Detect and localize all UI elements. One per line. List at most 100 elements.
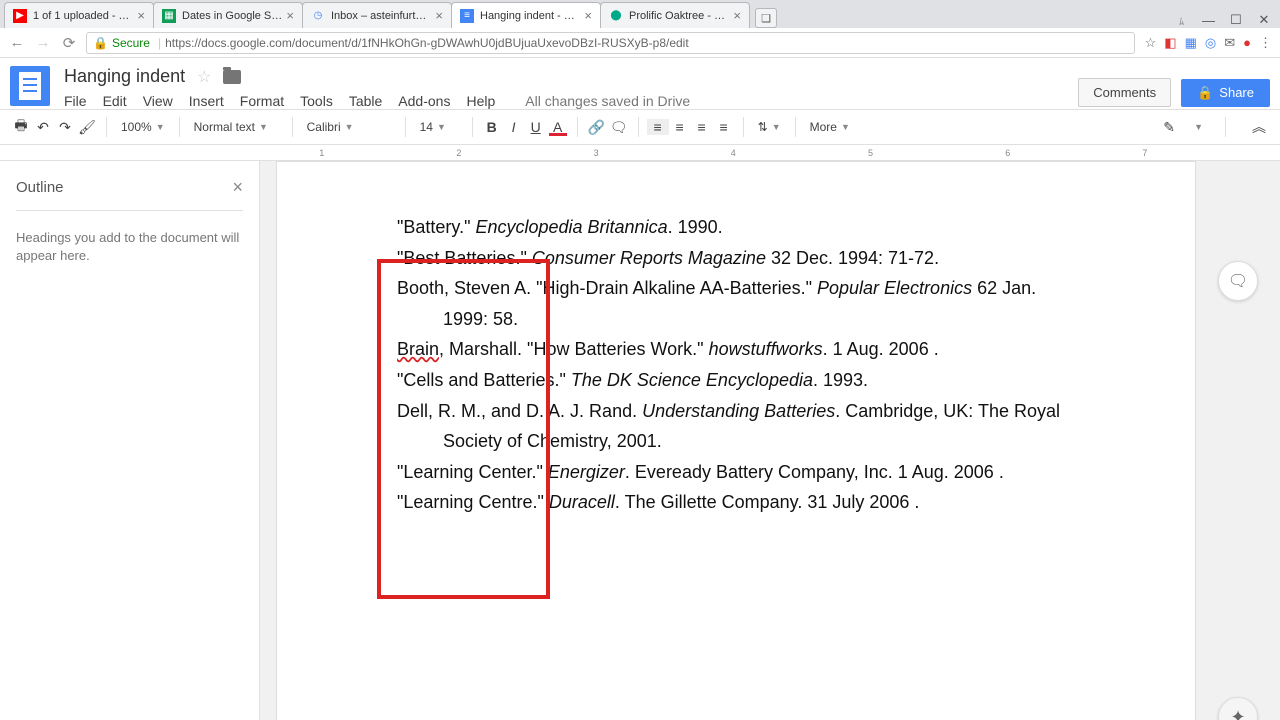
new-tab-button[interactable]: ❏	[755, 8, 777, 28]
outline-sidebar: Outline × Headings you add to the docume…	[0, 161, 260, 720]
document-page[interactable]: "Battery." Encyclopedia Britannica. 1990…	[276, 161, 1196, 720]
tab-youtube[interactable]: ▶ 1 of 1 uploaded - YouT ×	[4, 2, 154, 28]
secure-label: Secure	[112, 36, 150, 50]
reference-entry[interactable]: "Cells and Batteries." The DK Science En…	[397, 365, 1075, 396]
add-comment-button[interactable]: 🗨	[1218, 261, 1258, 301]
editing-mode-icon[interactable]: ✎	[1158, 119, 1180, 136]
comment-icon[interactable]: 🗨	[608, 119, 630, 136]
divider	[16, 210, 243, 211]
site-icon: ⬤	[609, 9, 623, 23]
link-icon[interactable]: 🔗	[586, 119, 608, 136]
tab-oaktree[interactable]: ⬤ Prolific Oaktree - Googl ×	[600, 2, 750, 28]
star-icon[interactable]: ☆	[1145, 35, 1157, 51]
bold-button[interactable]: B	[481, 119, 503, 135]
reference-entry[interactable]: "Learning Center." Energizer. Eveready B…	[397, 457, 1075, 488]
doc-meta: Hanging indent ☆ File Edit View Insert F…	[64, 66, 1078, 109]
close-icon[interactable]: ×	[232, 177, 243, 198]
tab-sheets[interactable]: ▦Dates in Google Sheets×	[153, 2, 303, 28]
menu-edit[interactable]: Edit	[103, 93, 127, 109]
text-color-button[interactable]: A	[547, 119, 569, 135]
menu-file[interactable]: File	[64, 93, 87, 109]
zoom-selector[interactable]: 100%▼	[115, 120, 171, 134]
sidebar-title: Outline	[16, 179, 64, 196]
ruler-tick: 1	[319, 148, 324, 158]
youtube-icon: ▶	[13, 9, 27, 23]
inbox-icon: ◷	[311, 9, 325, 23]
menu-bar: File Edit View Insert Format Tools Table…	[64, 93, 1078, 109]
close-icon[interactable]: ×	[584, 8, 592, 23]
close-icon[interactable]: ×	[137, 8, 145, 23]
menu-help[interactable]: Help	[466, 93, 495, 109]
menu-icon[interactable]: ⋮	[1259, 35, 1272, 51]
tab-label: Inbox – asteinfurth@als	[331, 10, 431, 22]
ruler-tick: 5	[868, 148, 873, 158]
paint-format-icon[interactable]: 🖌	[76, 119, 98, 136]
ext-icon[interactable]: ●	[1243, 35, 1251, 51]
reload-button[interactable]: ⟳	[60, 34, 78, 52]
close-window-button[interactable]: ✕	[1258, 12, 1270, 28]
reference-entry[interactable]: "Best Batteries." Consumer Reports Magaz…	[397, 243, 1075, 274]
close-icon[interactable]: ×	[733, 8, 741, 23]
address-bar-row: ← → ⟳ 🔒 Secure | https://docs.google.com…	[0, 28, 1280, 58]
window-controls: ﾑ — ☐ ✕	[1179, 12, 1280, 28]
back-button[interactable]: ←	[8, 34, 26, 51]
align-right-icon[interactable]: ≡	[691, 119, 713, 135]
font-size-selector[interactable]: 14▼	[414, 120, 464, 134]
reference-entry[interactable]: "Battery." Encyclopedia Britannica. 1990…	[397, 212, 1075, 243]
share-button[interactable]: 🔒Share	[1181, 79, 1270, 107]
more-button[interactable]: More▼	[804, 120, 856, 134]
menu-addons[interactable]: Add-ons	[398, 93, 450, 109]
sheets-icon: ▦	[162, 9, 176, 23]
align-left-icon[interactable]: ≡	[647, 119, 669, 135]
tab-label: Prolific Oaktree - Googl	[629, 10, 729, 22]
document-area: Outline × Headings you add to the docume…	[0, 161, 1280, 720]
align-center-icon[interactable]: ≡	[669, 119, 691, 135]
reference-entry[interactable]: Booth, Steven A. "High-Drain Alkaline AA…	[397, 273, 1075, 334]
folder-icon[interactable]	[223, 70, 241, 84]
menu-view[interactable]: View	[143, 93, 173, 109]
ext-icon[interactable]: ◎	[1205, 35, 1216, 51]
ext-icon[interactable]: ◧	[1164, 35, 1176, 51]
header-actions: Comments 🔒Share	[1078, 78, 1270, 107]
close-icon[interactable]: ×	[435, 8, 443, 23]
style-selector[interactable]: Normal text▼	[188, 120, 284, 134]
menu-tools[interactable]: Tools	[300, 93, 333, 109]
ext-icon[interactable]: ✉	[1224, 35, 1235, 51]
menu-insert[interactable]: Insert	[189, 93, 224, 109]
explore-button[interactable]: ✦	[1218, 697, 1258, 720]
tab-label: 1 of 1 uploaded - YouT	[33, 10, 133, 22]
line-spacing-icon: ⇅	[758, 120, 768, 134]
ruler-tick: 4	[731, 148, 736, 158]
maximize-button[interactable]: ☐	[1230, 12, 1242, 28]
italic-button[interactable]: I	[503, 119, 525, 135]
close-icon[interactable]: ×	[286, 8, 294, 23]
menu-table[interactable]: Table	[349, 93, 382, 109]
docs-logo[interactable]	[10, 66, 50, 106]
underline-button[interactable]: U	[525, 119, 547, 135]
forward-button[interactable]: →	[34, 34, 52, 51]
menu-format[interactable]: Format	[240, 93, 284, 109]
ruler-tick: 7	[1142, 148, 1147, 158]
address-bar[interactable]: 🔒 Secure | https://docs.google.com/docum…	[86, 32, 1135, 54]
reference-entry[interactable]: Brain, Marshall. "How Batteries Work." h…	[397, 334, 1075, 365]
minimize-button[interactable]: —	[1202, 13, 1214, 28]
redo-icon[interactable]: ↷	[54, 119, 76, 136]
collapse-icon[interactable]: ︽	[1248, 117, 1270, 137]
ext-icon[interactable]: ▦	[1185, 35, 1197, 51]
print-icon[interactable]: 🖶	[10, 115, 32, 139]
comments-button[interactable]: Comments	[1078, 78, 1171, 107]
ruler[interactable]: 1 2 3 4 5 6 7	[0, 145, 1280, 161]
undo-icon[interactable]: ↶	[32, 119, 54, 136]
star-icon[interactable]: ☆	[197, 67, 211, 87]
document-title[interactable]: Hanging indent	[64, 66, 185, 87]
ruler-tick: 2	[456, 148, 461, 158]
tab-inbox[interactable]: ◷ Inbox – asteinfurth@als ×	[302, 2, 452, 28]
reference-entry[interactable]: "Learning Centre." Duracell. The Gillett…	[397, 487, 1075, 518]
font-selector[interactable]: Calibri▼	[301, 120, 397, 134]
save-status: All changes saved in Drive	[525, 93, 690, 109]
reference-entry[interactable]: Dell, R. M., and D. A. J. Rand. Understa…	[397, 396, 1075, 457]
tab-docs-active[interactable]: ≡Hanging indent - Googl×	[451, 2, 601, 28]
align-justify-icon[interactable]: ≡	[713, 119, 735, 135]
line-spacing-button[interactable]: ⇅▼	[752, 120, 787, 134]
lock-icon: 🔒	[1197, 85, 1213, 101]
